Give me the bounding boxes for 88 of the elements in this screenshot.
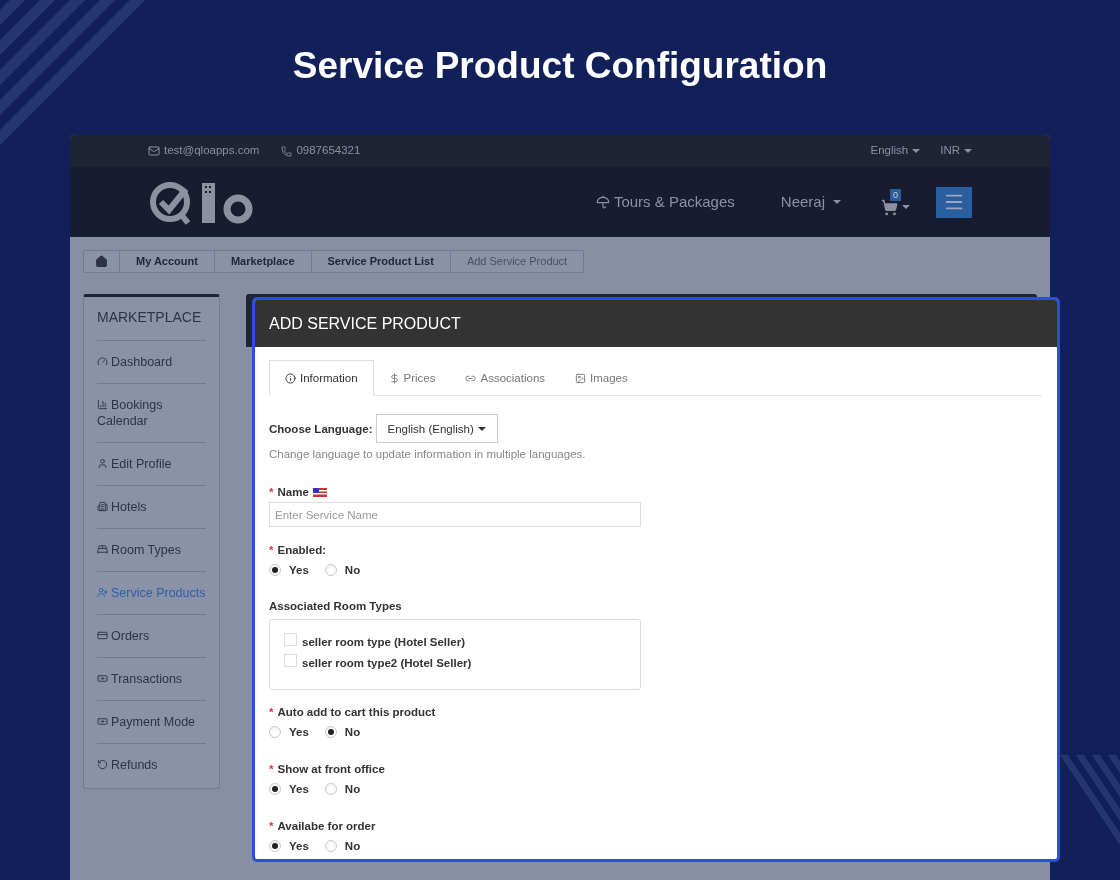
required-mark: * [269,705,274,719]
checkbox[interactable] [284,633,297,646]
tab[interactable]: Information [269,360,374,396]
bed-icon [97,544,108,556]
sidebar-item[interactable]: Dashboard [97,341,206,384]
home-icon [95,255,108,268]
sidebar-item[interactable]: Hotels [97,486,206,529]
radio-button[interactable] [269,840,281,852]
email-text: test@qloapps.com [164,143,260,159]
sidebar-item[interactable]: Edit Profile [97,443,206,486]
mail-icon [148,145,160,157]
image-icon [575,372,587,384]
radio-button[interactable] [324,726,337,738]
radio-label: Yes [289,563,309,577]
name-input[interactable]: Enter Service Name [269,502,641,527]
sidebar-item[interactable]: Payment Mode [97,701,206,744]
menu-button[interactable] [936,186,972,218]
sidebar-item[interactable]: Room Types [97,529,206,572]
card-icon [97,630,108,642]
nav-link[interactable]: Tours & Packages [595,190,735,214]
breadcrumb-link[interactable]: My Account [120,251,215,272]
user-plus-icon [97,587,108,599]
banknote-icon [97,716,108,728]
field-label: Auto add to cart this product [277,705,436,719]
sidebar-title: MARKETPLACE [97,297,206,341]
sidebar-item[interactable]: Orders [97,615,206,658]
radio-label: No [344,839,361,853]
umbrella-icon [595,195,610,209]
language-dropdown[interactable]: English [870,142,921,160]
radio-label: Yes [289,782,309,796]
user-icon [97,458,108,470]
field-label: Associated Room Types [269,599,403,613]
info-icon [285,372,296,384]
caret-icon [964,149,972,153]
tab[interactable]: Associations [450,360,561,396]
panel-title: ADD SERVICE PRODUCT [269,313,461,334]
caret-icon [902,205,910,209]
phone-text: 0987654321 [296,143,361,159]
cart-icon [881,198,898,216]
bar-chart-icon [97,399,108,411]
caret-icon [912,149,921,153]
radio-button[interactable] [324,840,337,852]
radio-button[interactable] [269,564,281,576]
checkbox-label: seller room type (Hotel Seller) [302,634,465,649]
radio-button[interactable] [269,726,281,738]
phone-icon [281,145,293,157]
required-mark: * [269,762,274,776]
banknote-icon [97,673,108,685]
caret-icon [477,426,486,431]
radio-button[interactable] [324,783,337,795]
field-label: Enabled: [277,543,327,557]
tab[interactable]: Images [560,360,643,396]
cart-button[interactable]: 0 [879,188,910,216]
building-icon [97,501,108,513]
radio-label: Yes [289,725,309,739]
field-label: Show at front office [277,762,385,776]
help-text: Change language to update information in multiple languages. [269,447,587,461]
currency-dropdown[interactable]: INR [940,142,972,160]
radio-label: Yes [289,839,309,853]
field-label: Availabe for order [277,819,376,833]
field-label: Name [277,485,309,499]
flag-icon [312,487,327,497]
undo-icon [97,759,108,771]
sidebar-item[interactable]: Transactions [97,658,206,701]
language-select[interactable]: English (English) [375,414,498,443]
checkbox-label: seller room type2 (Hotel Seller) [302,655,472,670]
radio-label: No [344,725,361,739]
sidebar-item[interactable]: Bookings Calendar [97,384,206,443]
user-menu[interactable]: Neeraj [780,190,841,214]
radio-label: No [344,782,361,796]
breadcrumb-link[interactable]: Add Service Product [450,251,584,272]
field-label: Choose Language: [269,421,373,436]
required-mark: * [269,543,274,557]
sidebar-item[interactable]: Refunds [97,744,206,786]
cart-count-badge: 0 [890,188,901,201]
breadcrumb-link[interactable]: Marketplace [214,251,312,272]
checkbox[interactable] [284,654,297,667]
gauge-icon [97,356,108,368]
page-headline: Service Product Configuration [292,43,828,88]
tab[interactable]: Prices [373,360,451,396]
caret-icon [833,200,841,204]
money-icon [388,372,400,384]
radio-button[interactable] [269,783,281,795]
required-mark: * [269,819,274,833]
required-mark: * [269,485,274,499]
radio-button[interactable] [324,564,337,576]
radio-label: No [344,563,361,577]
breadcrumb-link[interactable]: Service Product List [311,251,451,272]
